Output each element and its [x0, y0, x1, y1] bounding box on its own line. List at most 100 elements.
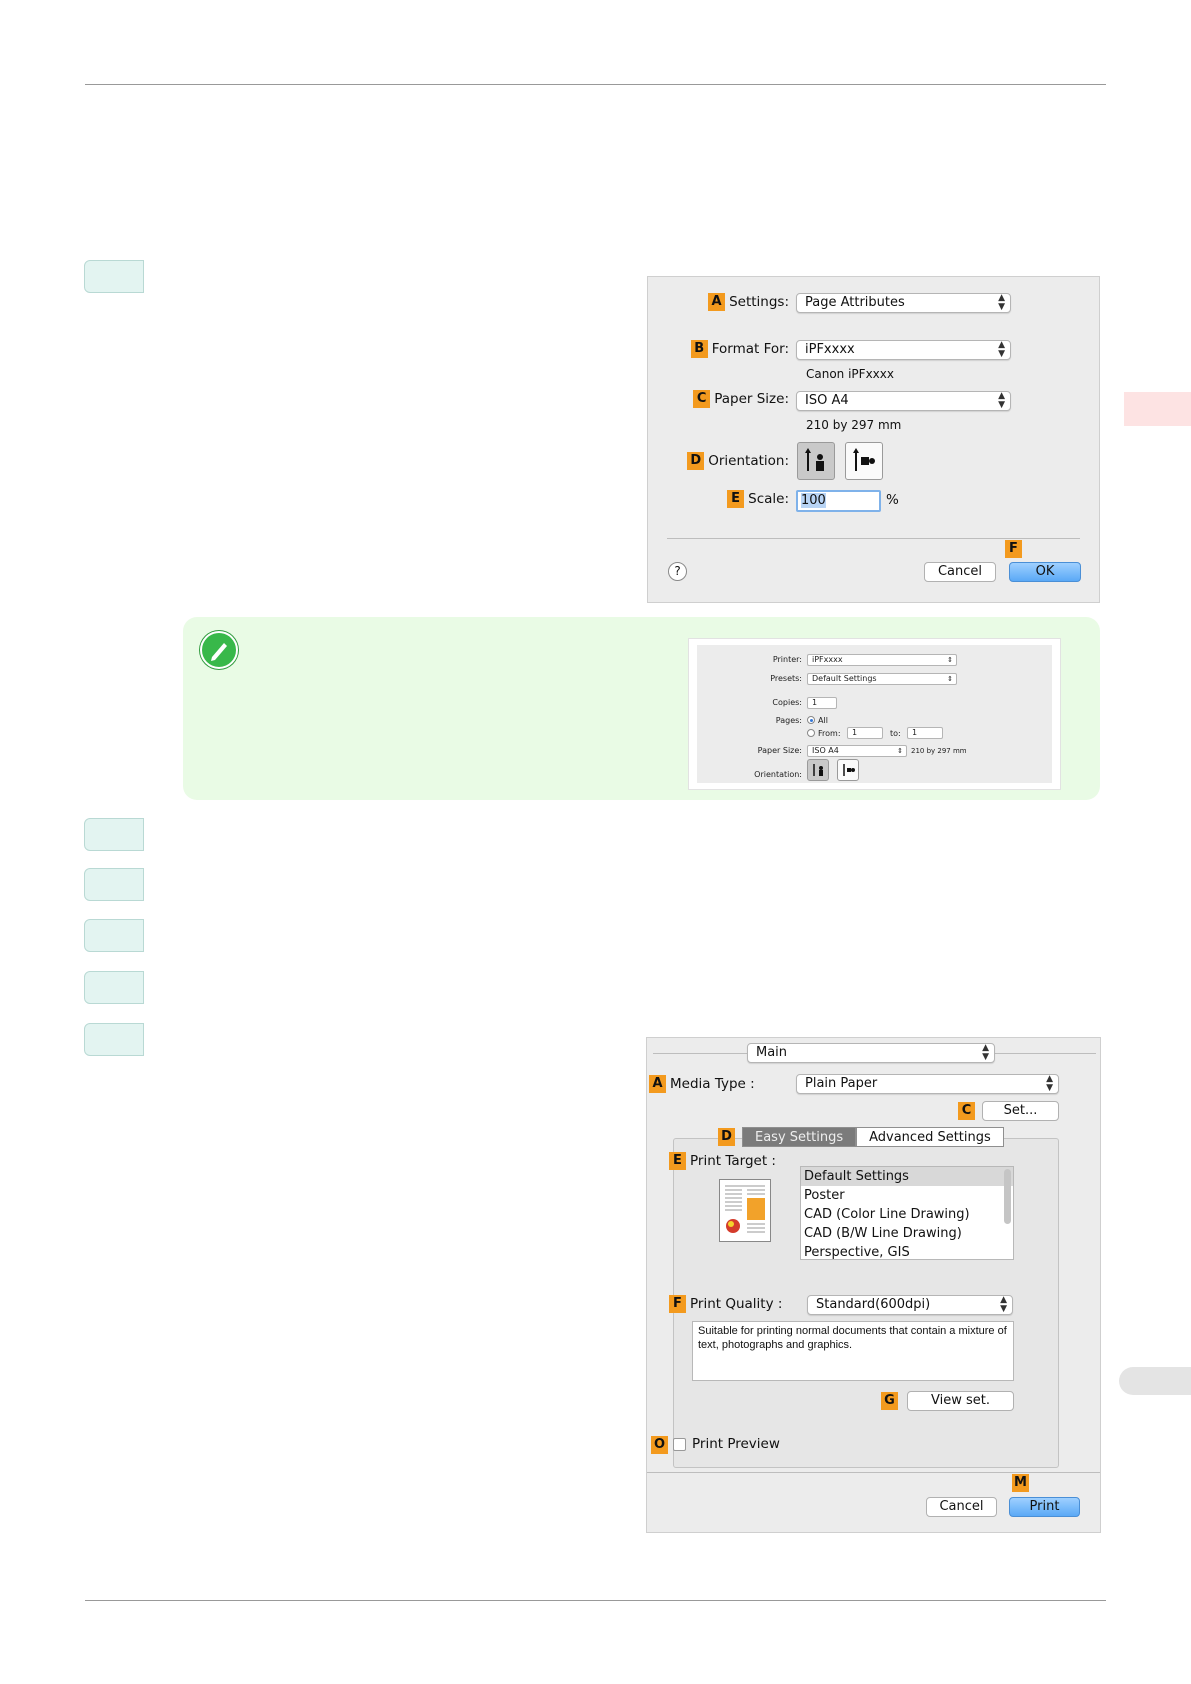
chapter-tab	[1124, 392, 1191, 426]
mini-orientation-label: Orientation:	[754, 770, 802, 779]
settings-tabs: Easy Settings Advanced Settings	[742, 1127, 1004, 1147]
mini-pages-from-radio[interactable]	[807, 729, 815, 737]
orientation-label: D Orientation:	[687, 452, 789, 470]
print-target-list[interactable]: Default Settings Poster CAD (Color Line …	[800, 1166, 1014, 1260]
print-target-label: E Print Target :	[669, 1152, 776, 1170]
step-marker-4	[84, 919, 144, 952]
mini-presets-label: Presets:	[770, 674, 802, 683]
mini-copies-input[interactable]: 1	[807, 697, 837, 709]
quality-description: Suitable for printing normal documents t…	[692, 1321, 1014, 1381]
mini-portrait-button[interactable]	[807, 759, 829, 781]
ok-button[interactable]: OK	[1009, 562, 1081, 582]
list-item[interactable]: Poster	[801, 1186, 1013, 1205]
page-setup-dialog: A Settings: Page Attributes ▲ ▼ B Format Fo…	[647, 276, 1100, 603]
set-button[interactable]: Set...	[982, 1101, 1059, 1121]
printer-model-text: Canon iPFxxxx	[806, 367, 894, 381]
scale-label: E Scale:	[727, 490, 789, 508]
updown-arrows-icon: ▲ ▼	[1046, 1074, 1053, 1093]
badge-g: G	[881, 1392, 898, 1410]
portrait-icon	[813, 764, 823, 776]
badge-c: C	[693, 390, 711, 408]
settings-label: A Settings:	[708, 293, 789, 311]
mini-printer-popup[interactable]: iPFxxxx ⇕	[807, 654, 957, 666]
updown-arrows-icon: ▲ ▼	[998, 391, 1005, 410]
footer-separator	[647, 1472, 1100, 1473]
mini-presets-popup[interactable]: Default Settings ⇕	[807, 673, 957, 685]
updown-arrows-icon: ▲ ▼	[1000, 1295, 1007, 1314]
mini-paper-dimensions: 210 by 297 mm	[911, 747, 967, 755]
badge-b: B	[690, 340, 708, 358]
mini-printer-label: Printer:	[772, 655, 802, 664]
cancel-button[interactable]: Cancel	[924, 562, 996, 582]
updown-arrows-icon: ⇕	[947, 656, 953, 664]
mini-pages-all-label: All	[818, 716, 828, 725]
step-marker-1	[84, 260, 144, 293]
media-type-popup[interactable]: Plain Paper ▲ ▼	[796, 1074, 1059, 1094]
print-dialog: Main ▲ ▼ A Media Type : Plain Paper ▲ ▼ C S…	[646, 1037, 1101, 1533]
document-preview-icon	[725, 1185, 765, 1233]
help-button[interactable]: ?	[668, 562, 687, 581]
updown-arrows-icon: ▲ ▼	[998, 293, 1005, 312]
step-marker-3	[84, 868, 144, 901]
step-marker-2	[84, 818, 144, 851]
mini-copies-label: Copies:	[772, 698, 802, 707]
mini-pages-all-radio[interactable]	[807, 716, 815, 724]
paper-size-popup[interactable]: ISO A4 ▲ ▼	[796, 391, 1011, 411]
scale-unit: %	[886, 492, 899, 508]
mini-landscape-button[interactable]	[837, 759, 859, 781]
badge-e: E	[727, 490, 745, 508]
list-scrollbar[interactable]	[1004, 1169, 1011, 1224]
bottom-rule	[85, 1600, 1106, 1601]
top-rule	[85, 84, 1106, 85]
mini-pages-from-label: From:	[818, 729, 841, 738]
badge-d: D	[687, 452, 705, 470]
format-for-label: B Format For:	[690, 340, 789, 358]
portrait-icon	[805, 448, 824, 471]
tab-easy-settings[interactable]: Easy Settings	[742, 1127, 857, 1147]
updown-arrows-icon: ▲ ▼	[998, 340, 1005, 359]
print-quality-popup[interactable]: Standard(600dpi) ▲ ▼	[807, 1295, 1013, 1315]
badge-f: F	[1005, 540, 1022, 558]
index-tab	[1119, 1367, 1191, 1395]
portrait-button[interactable]	[797, 442, 835, 480]
badge-o: O	[651, 1436, 668, 1454]
paper-size-label: C Paper Size:	[693, 390, 789, 408]
note-pencil-icon	[200, 631, 238, 669]
mini-from-input[interactable]: 1	[847, 727, 883, 739]
badge-f: F	[669, 1295, 686, 1313]
tab-advanced-settings[interactable]: Advanced Settings	[856, 1127, 1004, 1147]
badge-e: E	[669, 1152, 686, 1170]
step-marker-5	[84, 971, 144, 1004]
landscape-icon	[843, 764, 855, 776]
badge-c: C	[958, 1102, 975, 1120]
mini-to-label: to:	[890, 729, 901, 738]
print-quality-label: F Print Quality :	[669, 1295, 782, 1313]
target-preview-image	[719, 1179, 771, 1242]
settings-popup[interactable]: Page Attributes ▲ ▼	[796, 293, 1011, 313]
badge-a: A	[649, 1075, 666, 1093]
list-item[interactable]: Default Settings	[801, 1167, 1013, 1186]
paper-dimensions-text: 210 by 297 mm	[806, 418, 902, 432]
view-set-button[interactable]: View set.	[907, 1391, 1014, 1411]
print-button[interactable]: Print	[1009, 1497, 1080, 1517]
badge-a: A	[708, 293, 726, 311]
mini-pages-label: Pages:	[775, 716, 802, 725]
badge-d: D	[718, 1128, 735, 1146]
media-type-label: A Media Type :	[649, 1075, 755, 1093]
list-item[interactable]: CAD (Color Line Drawing)	[801, 1205, 1013, 1224]
format-for-popup[interactable]: iPFxxxx ▲ ▼	[796, 340, 1011, 360]
list-item[interactable]: Perspective, GIS	[801, 1243, 1013, 1262]
mini-paper-label: Paper Size:	[757, 746, 802, 755]
print-dialog-thumbnail: Printer: iPFxxxx ⇕ Presets: Default Setti…	[688, 638, 1061, 790]
mini-to-input[interactable]: 1	[907, 727, 943, 739]
cancel-button[interactable]: Cancel	[926, 1497, 997, 1517]
separator	[667, 538, 1080, 539]
badge-m: M	[1012, 1474, 1029, 1492]
print-preview-label: Print Preview	[692, 1436, 780, 1452]
print-preview-checkbox[interactable]	[673, 1438, 686, 1451]
landscape-button[interactable]	[845, 442, 883, 480]
list-item[interactable]: CAD (B/W Line Drawing)	[801, 1224, 1013, 1243]
panel-popup[interactable]: Main ▲ ▼	[747, 1043, 995, 1063]
mini-paper-popup[interactable]: ISO A4 ⇕	[807, 745, 907, 757]
scale-input[interactable]: 100	[796, 490, 881, 512]
